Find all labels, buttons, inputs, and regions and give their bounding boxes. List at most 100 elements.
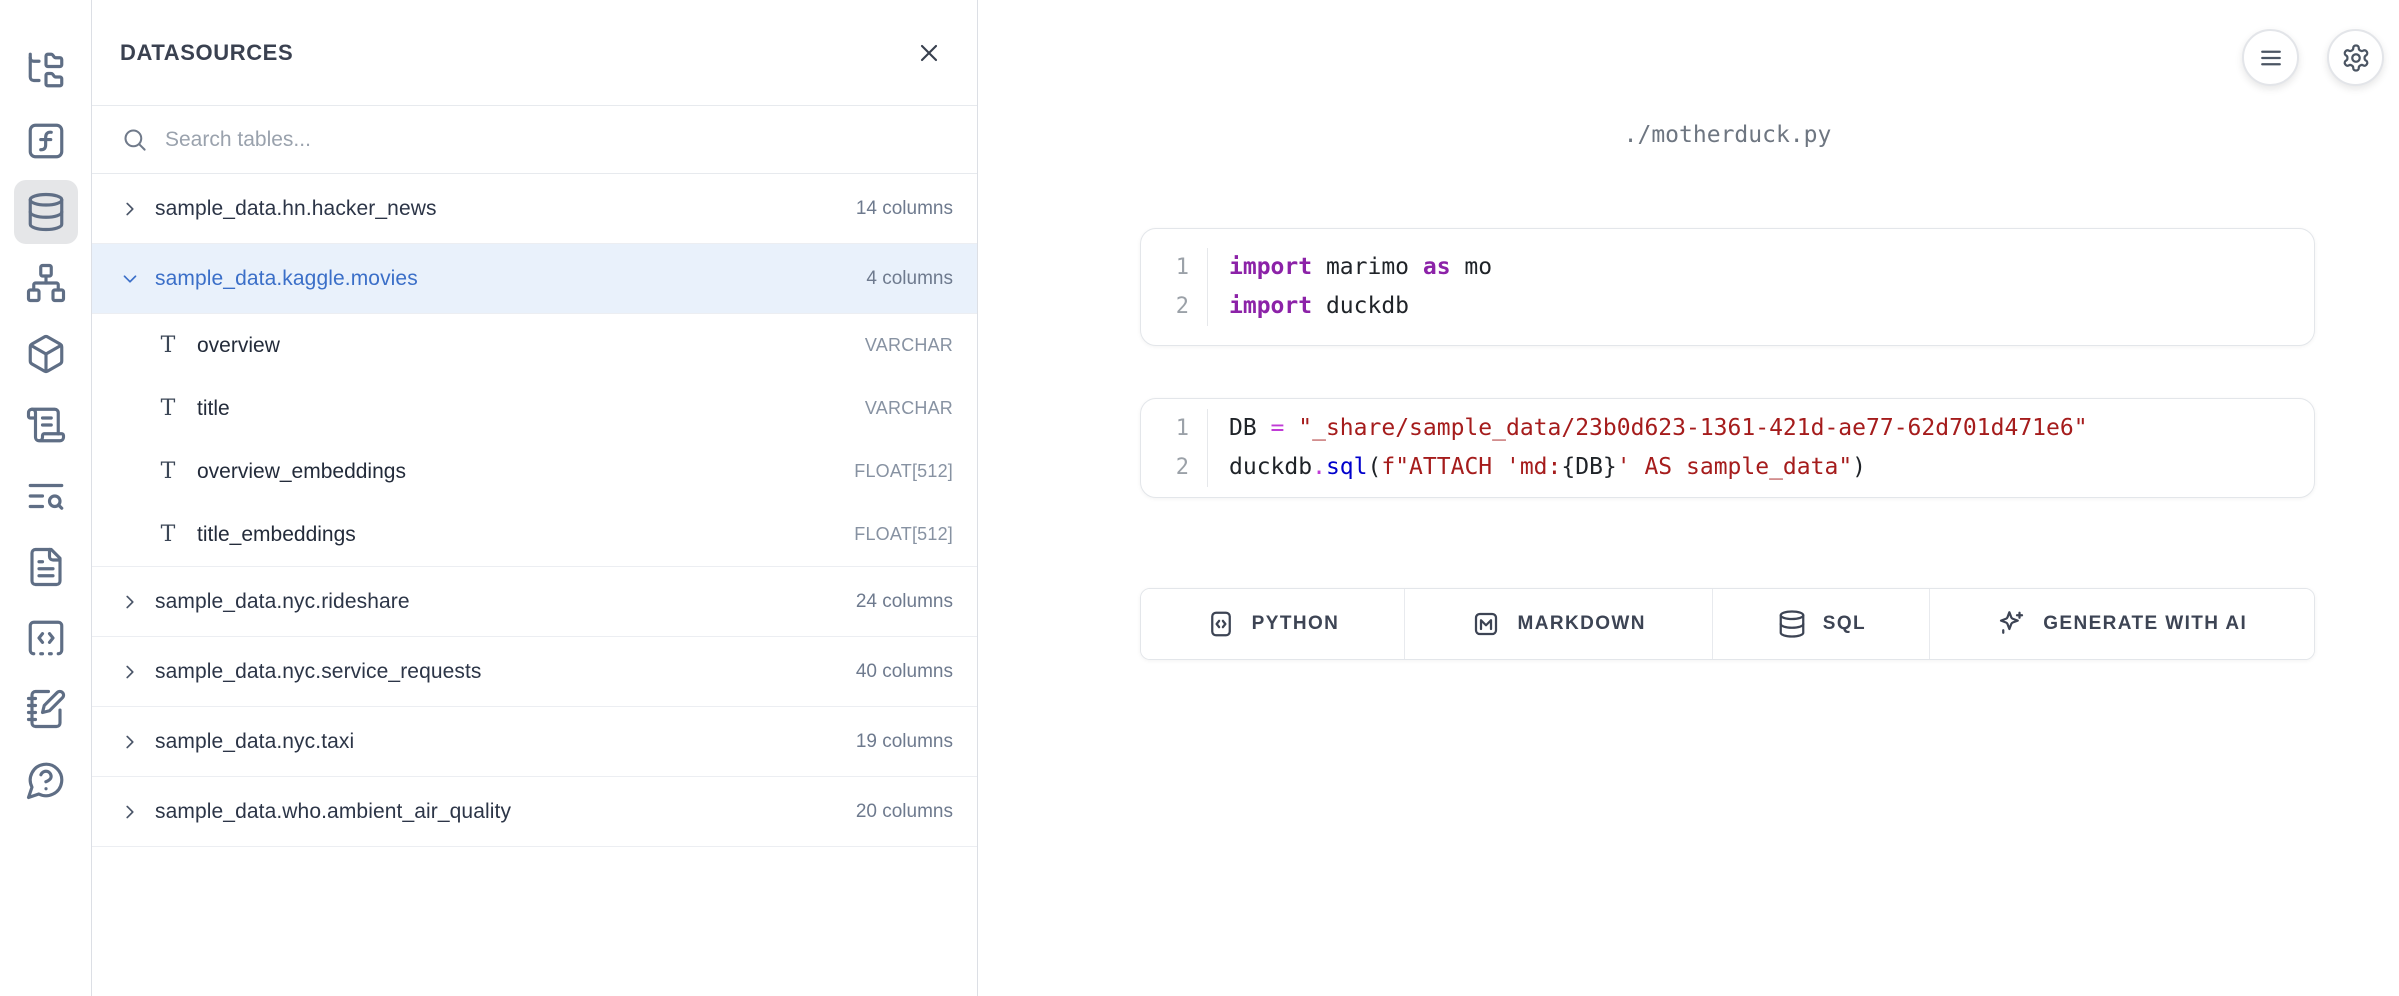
datasources-panel: DATASOURCES sample_data.hn.hacker_news 14… [92, 0, 978, 996]
cell-actions-menu-button[interactable] [2242, 29, 2299, 86]
function-square-icon [25, 120, 67, 162]
code-cell[interactable]: 12 DB = "_share/sample_data/23b0d623-1361… [1140, 398, 2315, 498]
sidebar-item-snippets[interactable] [14, 606, 78, 670]
code-line: duckdb.sql(f"ATTACH 'md:{DB}' AS sample_… [1229, 448, 2314, 487]
sidebar-item-search-logs[interactable] [14, 464, 78, 528]
notebook-pen-icon [25, 688, 67, 730]
database-icon [25, 191, 67, 233]
add-markdown-cell-button[interactable]: MARKDOWN [1405, 589, 1713, 659]
table-column-count: 19 columns [856, 731, 953, 753]
cells-container: 12import marimo as moimport duckdb12DB =… [1140, 228, 2315, 498]
table-column-count: 4 columns [866, 268, 953, 290]
settings-button[interactable] [2327, 29, 2384, 86]
database-icon [1777, 609, 1807, 639]
chevron-right-icon [119, 661, 141, 683]
column-row[interactable]: Toverview_embeddings FLOAT[512] [92, 440, 977, 503]
generate-with-ai-button[interactable]: GENERATE WITH AI [1930, 589, 2314, 659]
chevron-right-icon [119, 591, 141, 613]
column-name: overview_embeddings [197, 460, 837, 484]
gear-icon [2341, 43, 2371, 73]
chevron-right-icon [119, 731, 141, 753]
close-icon [915, 39, 943, 67]
table-row[interactable]: sample_data.kaggle.movies 4 columns [92, 244, 977, 314]
table-name: sample_data.nyc.rideshare [155, 590, 842, 614]
column-type-icon: T [156, 396, 180, 421]
code-cell[interactable]: 12import marimo as moimport duckdb [1140, 228, 2315, 346]
topbar-actions [2242, 29, 2384, 86]
sidebar-item-functions[interactable] [14, 109, 78, 173]
table-columns-group: Toverview VARCHAR Ttitle VARCHAR Toverview_e… [92, 314, 977, 567]
column-name: title_embeddings [197, 523, 837, 547]
code-lines: import marimo as moimport duckdb [1207, 248, 2314, 326]
chevron-right-icon [119, 801, 141, 823]
add-sql-cell-button[interactable]: SQL [1713, 589, 1930, 659]
code-lines: DB = "_share/sample_data/23b0d623-1361-4… [1207, 409, 2314, 487]
notebook-document: ./motherduck.py 12import marimo as moimp… [1140, 122, 2315, 660]
table-row[interactable]: sample_data.hn.hacker_news 14 columns [92, 174, 977, 244]
dependency-graph-icon [25, 262, 67, 304]
text-search-icon [25, 475, 67, 517]
notebook-filename[interactable]: ./motherduck.py [1140, 122, 2315, 148]
column-datatype: VARCHAR [865, 335, 953, 356]
line-numbers: 12 [1141, 409, 1207, 487]
table-row[interactable]: sample_data.nyc.taxi 19 columns [92, 707, 977, 777]
notebook-main: ./motherduck.py 12import marimo as moimp… [978, 0, 2399, 996]
activity-sidebar [0, 0, 92, 996]
sidebar-item-chat-help[interactable] [14, 748, 78, 812]
close-panel-button[interactable] [915, 39, 943, 67]
column-name: overview [197, 334, 848, 358]
code-line: import marimo as mo [1229, 248, 2314, 287]
code-square-dashed-icon [25, 617, 67, 659]
column-datatype: VARCHAR [865, 398, 953, 419]
table-name: sample_data.nyc.service_requests [155, 660, 842, 684]
sidebar-item-logs[interactable] [14, 393, 78, 457]
table-name: sample_data.nyc.taxi [155, 730, 842, 754]
code-editor: 12import marimo as moimport duckdb [1141, 248, 2314, 326]
package-box-icon [25, 333, 67, 375]
sidebar-item-dependencies[interactable] [14, 251, 78, 315]
sidebar-item-datasources[interactable] [14, 180, 78, 244]
table-column-count: 14 columns [856, 198, 953, 220]
sidebar-item-documentation[interactable] [14, 535, 78, 599]
table-row[interactable]: sample_data.who.ambient_air_quality 20 co… [92, 777, 977, 847]
line-numbers: 12 [1141, 248, 1207, 326]
chevron-right-icon [119, 198, 141, 220]
column-name: title [197, 397, 848, 421]
app-root: DATASOURCES sample_data.hn.hacker_news 14… [0, 0, 2399, 996]
table-row[interactable]: sample_data.nyc.service_requests40 colum… [92, 637, 977, 707]
add-button-label: PYTHON [1252, 613, 1340, 635]
search-input[interactable] [165, 128, 953, 152]
column-row[interactable]: Ttitle_embeddings FLOAT[512] [92, 503, 977, 566]
table-name: sample_data.hn.hacker_news [155, 197, 842, 221]
add-button-label: SQL [1823, 613, 1866, 635]
menu-icon [2256, 43, 2286, 73]
column-datatype: FLOAT[512] [854, 524, 953, 545]
search-icon [121, 126, 148, 153]
code-square-icon [1206, 609, 1236, 639]
code-editor: 12 DB = "_share/sample_data/23b0d623-1361… [1141, 409, 2314, 487]
datasources-panel-header: DATASOURCES [92, 0, 977, 106]
column-type-icon: T [156, 522, 180, 547]
table-row[interactable]: sample_data.nyc.rideshare 24 columns [92, 567, 977, 637]
add-button-label: MARKDOWN [1517, 613, 1645, 635]
column-row[interactable]: Ttitle VARCHAR [92, 377, 977, 440]
column-datatype: FLOAT[512] [854, 461, 953, 482]
column-type-icon: T [156, 333, 180, 358]
sidebar-item-packages[interactable] [14, 322, 78, 386]
scroll-text-icon [25, 404, 67, 446]
code-line: DB = "_share/sample_data/23b0d623-1361-4… [1229, 409, 2314, 448]
sidebar-item-file-explorer[interactable] [14, 38, 78, 102]
code-line: import duckdb [1229, 287, 2314, 326]
tables-list: sample_data.hn.hacker_news14 columnssamp… [92, 174, 977, 996]
table-name: sample_data.who.ambient_air_quality [155, 800, 842, 824]
table-column-count: 24 columns [856, 591, 953, 613]
add-python-cell-button[interactable]: PYTHON [1141, 589, 1405, 659]
sparkles-icon [1997, 609, 2027, 639]
table-column-count: 20 columns [856, 801, 953, 823]
table-name: sample_data.kaggle.movies [155, 267, 852, 291]
column-row[interactable]: Toverview VARCHAR [92, 314, 977, 377]
file-text-icon [25, 546, 67, 588]
add-button-label: GENERATE WITH AI [2043, 613, 2247, 635]
column-type-icon: T [156, 459, 180, 484]
sidebar-item-scratchpad[interactable] [14, 677, 78, 741]
